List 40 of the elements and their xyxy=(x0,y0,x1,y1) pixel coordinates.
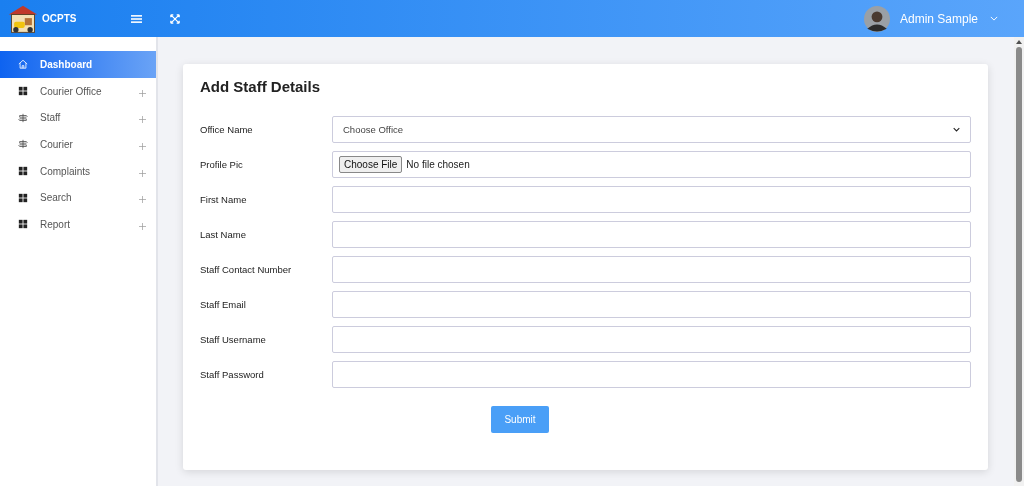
grid-icon xyxy=(18,166,28,177)
office-select[interactable]: Choose Office xyxy=(332,116,971,143)
sidebar-item[interactable]: Courier Office xyxy=(0,77,156,105)
grid-icon xyxy=(18,192,28,203)
field-label: Staff Username xyxy=(200,334,267,345)
chevron-icon xyxy=(953,127,960,132)
field-label: First Name xyxy=(200,194,248,205)
brand-name: OCPTS xyxy=(42,13,77,24)
input-field[interactable] xyxy=(332,221,971,248)
grid-icon xyxy=(18,86,28,97)
signpost-icon xyxy=(18,139,28,150)
input-field[interactable] xyxy=(332,256,971,283)
fullscreen-icon[interactable] xyxy=(170,13,180,24)
sidebar-item[interactable]: Dashboard xyxy=(0,51,156,78)
avatar[interactable] xyxy=(863,5,890,32)
field-label: Staff Contact Number xyxy=(200,264,293,275)
scrollbar[interactable] xyxy=(1014,37,1024,486)
sidebar-item[interactable]: Report xyxy=(0,211,156,238)
sidebar-item[interactable]: Search xyxy=(0,184,156,212)
menu-icon[interactable] xyxy=(131,13,143,24)
grid-icon xyxy=(18,219,28,230)
field-label: Profile Pic xyxy=(200,159,244,170)
sidebar-item[interactable]: Courier xyxy=(0,131,156,158)
input-field[interactable] xyxy=(332,186,971,213)
field-label: Staff Password xyxy=(200,369,265,380)
form-title: Add Staff Details xyxy=(200,78,321,95)
input-field[interactable] xyxy=(332,291,971,318)
home-icon xyxy=(18,59,28,70)
input-field[interactable] xyxy=(332,326,971,353)
field-label: Last Name xyxy=(200,229,247,240)
caret-icon[interactable] xyxy=(990,16,998,21)
file-input[interactable]: Choose File No file chosen xyxy=(332,151,971,178)
file-status: No file chosen xyxy=(406,159,470,170)
field-label: Office Name xyxy=(200,124,254,135)
signpost-icon xyxy=(18,112,28,123)
choose-file-button[interactable]: Choose File xyxy=(339,156,403,173)
input-field[interactable] xyxy=(332,361,971,388)
sidebar-item[interactable]: Staff xyxy=(0,104,156,132)
sidebar-item[interactable]: Complaints xyxy=(0,157,156,185)
field-label: Staff Email xyxy=(200,299,247,310)
